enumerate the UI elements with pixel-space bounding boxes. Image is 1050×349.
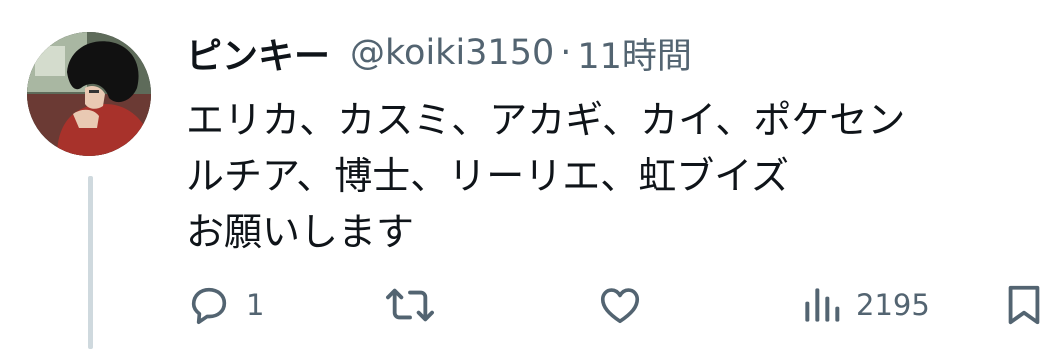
action-bar: 1 2195 [0,270,1050,340]
views-icon [802,285,842,325]
bookmark-button[interactable] [1004,270,1044,340]
user-handle[interactable]: @koiki3150 [350,33,554,73]
post-header: ピンキー @koiki3150 · 11時間 [186,28,692,78]
post-text-line: お願いします [186,210,415,254]
bookmark-icon [1004,282,1044,328]
repost-button[interactable] [383,270,437,340]
post-text-line: ルチア、博士、リーリエ、虹ブイズ [186,154,790,198]
post-time[interactable]: 11時間 [577,28,692,79]
avatar[interactable] [27,32,151,156]
reply-icon [186,282,232,328]
post-text: エリカ、カスミ、アカギ、カイ、ポケセン ルチア、博士、リーリエ、虹ブイズ お願い… [186,92,1036,260]
post-text-line: エリカ、カスミ、アカギ、カイ、ポケセン [186,98,906,142]
avatar-image [27,32,151,156]
heart-icon [596,282,644,328]
repost-icon [383,282,437,328]
views-count: 2195 [856,288,930,322]
like-button[interactable] [596,270,644,340]
reply-count: 1 [246,288,265,322]
reply-button[interactable]: 1 [186,270,264,340]
display-name[interactable]: ピンキー [186,27,330,79]
separator-dot: · [560,33,572,73]
views-button[interactable]: 2195 [802,270,930,340]
